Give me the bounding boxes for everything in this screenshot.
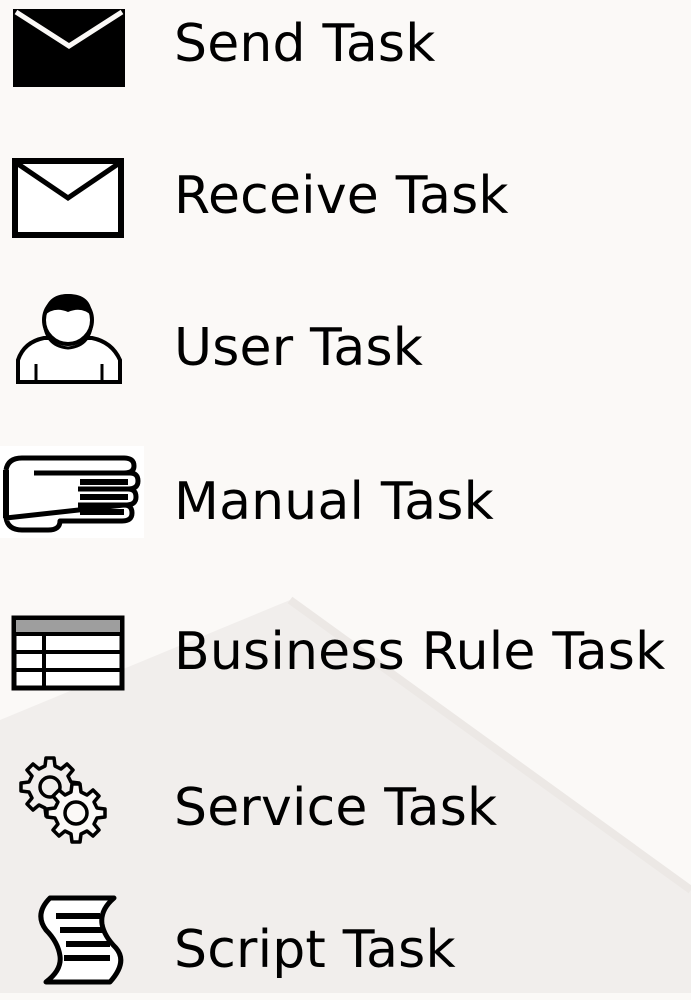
task-type-legend: Send Task Receive Task User Task Manual …: [0, 0, 691, 993]
legend-item-service-task: Service Task: [0, 740, 691, 860]
table-icon: [10, 614, 130, 694]
legend-label: Manual Task: [174, 472, 494, 532]
legend-label: Send Task: [174, 14, 436, 74]
legend-label: Script Task: [174, 920, 456, 980]
legend-item-receive-task: Receive Task: [0, 150, 691, 270]
gears-icon: [10, 752, 130, 844]
legend-item-send-task: Send Task: [0, 0, 691, 120]
legend-label: Receive Task: [174, 166, 509, 226]
legend-item-manual-task: Manual Task: [0, 440, 691, 560]
legend-item-business-rule-task: Business Rule Task: [0, 590, 691, 710]
user-icon: [10, 286, 130, 384]
send-envelope-icon: [10, 6, 130, 87]
legend-label: Service Task: [174, 778, 498, 838]
script-icon: [10, 892, 130, 985]
legend-label: User Task: [174, 318, 424, 378]
legend-item-script-task: Script Task: [0, 880, 691, 1000]
hand-icon: [0, 446, 144, 538]
legend-item-user-task: User Task: [0, 286, 691, 406]
receive-envelope-icon: [10, 156, 130, 238]
legend-label: Business Rule Task: [174, 622, 666, 682]
